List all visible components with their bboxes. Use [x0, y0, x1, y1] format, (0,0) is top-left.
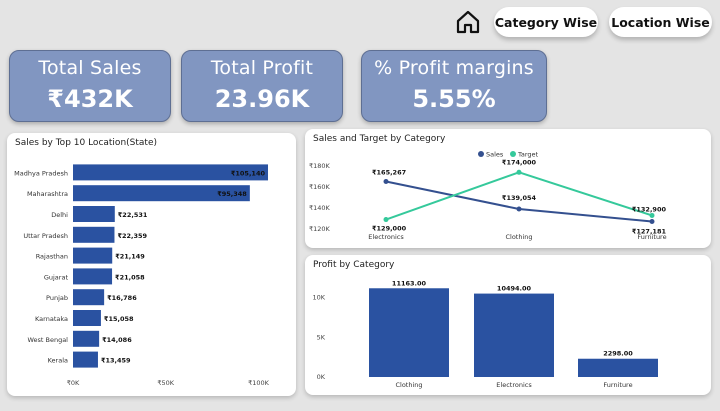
- category-label: West Bengal: [27, 336, 68, 344]
- data-label: ₹165,267: [372, 168, 406, 176]
- data-label: 11163.00: [392, 279, 427, 287]
- kpi-value: 23.96K: [214, 85, 310, 113]
- category-wise-button[interactable]: Category Wise: [494, 7, 598, 37]
- home-button[interactable]: [452, 7, 484, 37]
- data-label: ₹14,086: [102, 336, 132, 344]
- bar: [73, 330, 100, 347]
- data-label: 10494.00: [497, 285, 532, 293]
- data-label: ₹22,359: [117, 232, 147, 240]
- category-label: Rajasthan: [36, 253, 68, 261]
- kpi-value: ₹432K: [47, 85, 133, 113]
- profit-by-category-chart: 0K 5K 10K 11163.00 Clothing 10494.00 Electroni…: [312, 279, 658, 389]
- category-label: Punjab: [46, 294, 68, 302]
- bar: [73, 289, 105, 306]
- kpi-value: 5.55%: [412, 85, 496, 113]
- data-point: [516, 206, 522, 212]
- bar: [73, 247, 113, 264]
- data-label: ₹21,149: [115, 253, 145, 261]
- category-label: Uttar Pradesh: [23, 232, 68, 240]
- data-label: ₹132,900: [632, 205, 667, 213]
- x-tick-label: Clothing: [395, 381, 422, 389]
- y-tick-label: 0K: [317, 373, 326, 381]
- x-tick-label: Furniture: [603, 381, 632, 389]
- bar: [73, 351, 98, 368]
- x-tick-label: Electronics: [368, 233, 404, 241]
- kpi-label: Total Profit: [210, 57, 314, 79]
- data-label: ₹174,000: [502, 158, 537, 166]
- kpi-label: Total Sales: [38, 57, 142, 79]
- kpi-total-sales: Total Sales ₹432K: [9, 50, 171, 122]
- kpi-profit-margin: % Profit margins 5.55%: [361, 50, 547, 122]
- home-icon: [456, 10, 480, 34]
- y-tick-label: ₹160K: [309, 183, 331, 191]
- data-label: ₹127,181: [632, 227, 667, 235]
- sales-by-location-chart: Madhya Pradesh ₹105,140 Maharashtra ₹95,348…: [14, 164, 270, 387]
- x-tick-label: Electronics: [496, 381, 532, 389]
- data-label: ₹16,786: [107, 294, 137, 302]
- bar: [474, 293, 554, 377]
- data-point: [649, 218, 655, 224]
- data-label: ₹95,348: [217, 190, 247, 198]
- data-point: [649, 212, 655, 218]
- category-label: Kerala: [48, 357, 68, 365]
- y-tick-label: ₹180K: [309, 162, 331, 170]
- data-label: ₹129,000: [372, 225, 407, 233]
- bar: [73, 206, 115, 222]
- bar: [73, 226, 115, 243]
- location-wise-button[interactable]: Location Wise: [609, 7, 712, 37]
- data-label: ₹22,531: [118, 211, 148, 219]
- legend-marker: [510, 151, 516, 157]
- bar: [578, 358, 658, 377]
- data-label: ₹15,058: [104, 315, 134, 323]
- x-tick-label: ₹0K: [67, 379, 80, 387]
- kpi-total-profit: Total Profit 23.96K: [181, 50, 343, 122]
- y-tick-label: 5K: [317, 333, 326, 341]
- y-tick-label: ₹140K: [309, 204, 331, 212]
- kpi-label: % Profit margins: [374, 57, 534, 79]
- sales-target-card: Sales and Target by Category ₹120K ₹140K ₹…: [305, 129, 711, 248]
- data-label: ₹21,058: [115, 273, 145, 281]
- category-label: Madhya Pradesh: [14, 169, 68, 177]
- data-point: [383, 217, 389, 223]
- data-label: ₹139,054: [502, 194, 537, 202]
- data-label: ₹105,140: [231, 169, 266, 177]
- y-tick-label: ₹120K: [309, 225, 331, 233]
- bar: [73, 268, 113, 285]
- profit-by-category-card: Profit by Category 0K 5K 10K 11163.00 Clothi…: [305, 255, 711, 395]
- data-point: [516, 169, 522, 175]
- legend-label: Target: [517, 151, 539, 159]
- legend-label: Sales: [486, 151, 504, 159]
- data-label: 2298.00: [603, 350, 633, 358]
- data-point: [383, 178, 389, 184]
- x-tick-label: Clothing: [505, 233, 532, 241]
- data-label: ₹13,459: [101, 357, 131, 365]
- x-tick-label: ₹100K: [248, 379, 270, 387]
- category-label: Maharashtra: [27, 190, 68, 198]
- bar: [369, 288, 449, 377]
- sales-by-location-card: Sales by Top 10 Location(State) Madhya P…: [7, 133, 296, 396]
- x-tick-label: ₹50K: [157, 379, 174, 387]
- category-label: Delhi: [51, 211, 68, 219]
- category-label: Karnataka: [35, 315, 68, 323]
- sales-target-chart: ₹120K₹140K₹160K₹180KElectronics Clothing F…: [309, 151, 667, 242]
- y-tick-label: 10K: [312, 294, 325, 302]
- bar: [73, 310, 101, 326]
- legend-marker: [478, 151, 484, 157]
- category-label: Gujarat: [44, 273, 69, 281]
